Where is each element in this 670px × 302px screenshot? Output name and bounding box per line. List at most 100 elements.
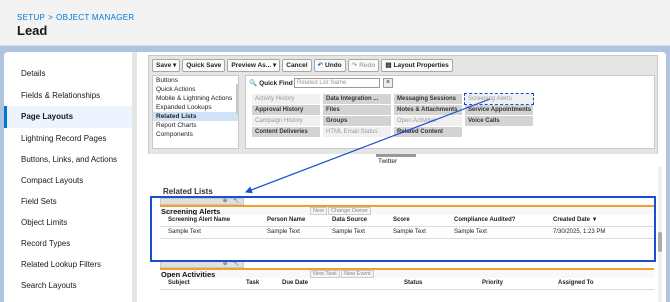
sidebar-item-field-sets[interactable]: Field Sets [4,191,134,213]
table-cell: Sample Text [454,229,487,235]
preview-as-button[interactable]: Preview As... ▾ [227,59,281,72]
tile-approval-history[interactable]: Approval History [252,105,320,115]
table-header: Screening Alert Name Person Name Data So… [160,215,654,227]
sidebar-scrollbar[interactable] [132,52,137,302]
tile-voice-calls[interactable]: Voice Calls [465,116,533,126]
tile-data-integration[interactable]: Data Integration ... [323,94,391,104]
tile-messaging-sessions[interactable]: Messaging Sessions [394,94,462,104]
redo-button[interactable]: ↷ Redo [347,59,380,72]
table-row: Sample Text Sample Text Sample Text Samp… [160,227,654,239]
quick-find-text: Quick Find [259,79,293,87]
tile-service-appointments[interactable]: Service Appointments [465,105,533,115]
clear-icon[interactable]: × [383,78,393,88]
categories-scrollbar[interactable] [236,84,239,114]
new-task-button[interactable]: New Task [310,270,340,278]
column-header: Compliance Audited? [454,217,516,223]
breadcrumb-setup[interactable]: SETUP [17,13,45,22]
category-components[interactable]: Components [153,130,238,139]
layout-properties-label: Layout Properties [393,62,449,69]
palette: Save ▾ Quick Save Preview As... ▾ Cancel… [148,55,658,155]
undo-icon: ↶ [317,62,324,69]
tile-campaign-history[interactable]: Campaign History [252,116,320,126]
category-expanded-lookups[interactable]: Expanded Lookups [153,103,238,112]
column-header: Person Name [267,217,306,223]
category-quick-actions[interactable]: Quick Actions [153,85,238,94]
section-drag-bar[interactable]: ⊖ 🔧 [160,261,244,268]
change-owner-button[interactable]: Change Owner [328,207,371,215]
related-list-open-activities[interactable]: ⊖ 🔧 Open Activities New Task New Event S… [160,261,654,290]
tile-html-email-status[interactable]: HTML Email Status [323,127,391,137]
column-header: Due Date [282,280,309,286]
redo-label: Redo [359,62,376,69]
tile-content-deliveries[interactable]: Content Deliveries [252,127,320,137]
new-event-button[interactable]: New Event [341,270,374,278]
content-scrollbar[interactable] [658,167,662,302]
scrollbar-thumb[interactable] [658,232,662,252]
category-buttons[interactable]: Buttons [153,76,238,85]
sidebar-item-buttons-links-actions[interactable]: Buttons, Links, and Actions [4,149,134,171]
column-header: Data Source [332,217,368,223]
sidebar-item-record-types[interactable]: Record Types [4,233,134,255]
twitter-label: Twitter [378,158,398,165]
new-button[interactable]: New [310,207,328,215]
column-header: Score [393,217,410,223]
tile-files[interactable]: Files [323,105,391,115]
column-header: Created Date ▼ [553,217,598,223]
remove-icon[interactable]: ⊖ [223,262,227,267]
wrench-icon[interactable]: 🔧 [233,262,239,267]
wrench-icon[interactable]: 🔧 [233,199,239,204]
quick-find-input[interactable]: Related List Name [294,78,380,88]
palette-footer: Twitter [148,154,658,174]
layout-properties-button[interactable]: ▤ Layout Properties [381,59,453,72]
tile-screening-alerts[interactable]: Screening Alerts [464,93,534,105]
column-header: Status [404,280,423,286]
table-cell: 7/30/2025, 1:23 PM [553,229,606,235]
main-panel: Details Fields & Relationships Page Layo… [4,52,666,302]
column-header: Screening Alert Name [168,217,231,223]
related-list-screening-alerts[interactable]: ⊖ 🔧 Screening Alerts New Change Owner Sc… [160,198,654,239]
palette-categories: Buttons Quick Actions Mobile & Lightning… [152,75,239,149]
table-cell: Sample Text [267,229,300,235]
tile-activity-history[interactable]: Activity History [252,94,320,104]
category-mobile-lightning-actions[interactable]: Mobile & Lightning Actions [153,94,238,103]
table-cell: Sample Text [332,229,365,235]
column-header: Assigned To [558,280,594,286]
remove-icon[interactable]: ⊖ [223,199,227,204]
quick-save-button[interactable]: Quick Save [182,59,226,72]
quick-find-label: 🔍 Quick Find [249,79,293,88]
palette-items: 🔍 Quick Find Related List Name × Activity… [245,75,655,149]
sidebar-item-details[interactable]: Details [4,63,134,85]
category-report-charts[interactable]: Report Charts [153,121,238,130]
sidebar-item-compact-layouts[interactable]: Compact Layouts [4,170,134,192]
sidebar-item-object-limits[interactable]: Object Limits [4,212,134,234]
section-title-row: Open Activities New Task New Event [160,268,654,279]
layout-editor: Save ▾ Quick Save Preview As... ▾ Cancel… [142,52,662,302]
save-button[interactable]: Save ▾ [152,59,181,72]
tile-groups[interactable]: Groups [323,116,391,126]
sidebar-item-lightning-record-pages[interactable]: Lightning Record Pages [4,128,134,150]
section-drag-bar[interactable]: ⊖ 🔧 [160,198,244,205]
tile-related-content[interactable]: Related Content [394,127,462,137]
tile-notes-attachments[interactable]: Notes & Attachments [394,105,462,115]
table-cell: Sample Text [168,229,201,235]
column-header: Priority [482,280,504,286]
sidebar-item-page-layouts[interactable]: Page Layouts [4,106,134,128]
page-header: SETUP > OBJECT MANAGER Lead [0,0,670,46]
editor-toolbar: Save ▾ Quick Save Preview As... ▾ Cancel… [152,59,453,72]
section-title-row: Screening Alerts New Change Owner [160,205,654,216]
breadcrumb-object-manager[interactable]: OBJECT MANAGER [56,13,134,22]
undo-label: Undo [325,62,342,69]
cancel-button[interactable]: Cancel [282,59,312,72]
sidebar: Details Fields & Relationships Page Layo… [4,52,134,302]
column-header: Task [246,280,260,286]
sidebar-item-search-layouts[interactable]: Search Layouts [4,275,134,297]
sidebar-item-fields-relationships[interactable]: Fields & Relationships [4,85,134,107]
table-cell: Sample Text [393,229,426,235]
category-related-lists[interactable]: Related Lists [153,112,238,121]
sidebar-item-related-lookup-filters[interactable]: Related Lookup Filters [4,254,134,276]
palette-resize-handle[interactable] [376,154,416,157]
tile-open-activities[interactable]: Open Activities [394,116,462,126]
search-icon: 🔍 [249,80,258,87]
undo-button[interactable]: ↶ Undo [313,59,346,72]
properties-icon: ▤ [385,62,392,69]
